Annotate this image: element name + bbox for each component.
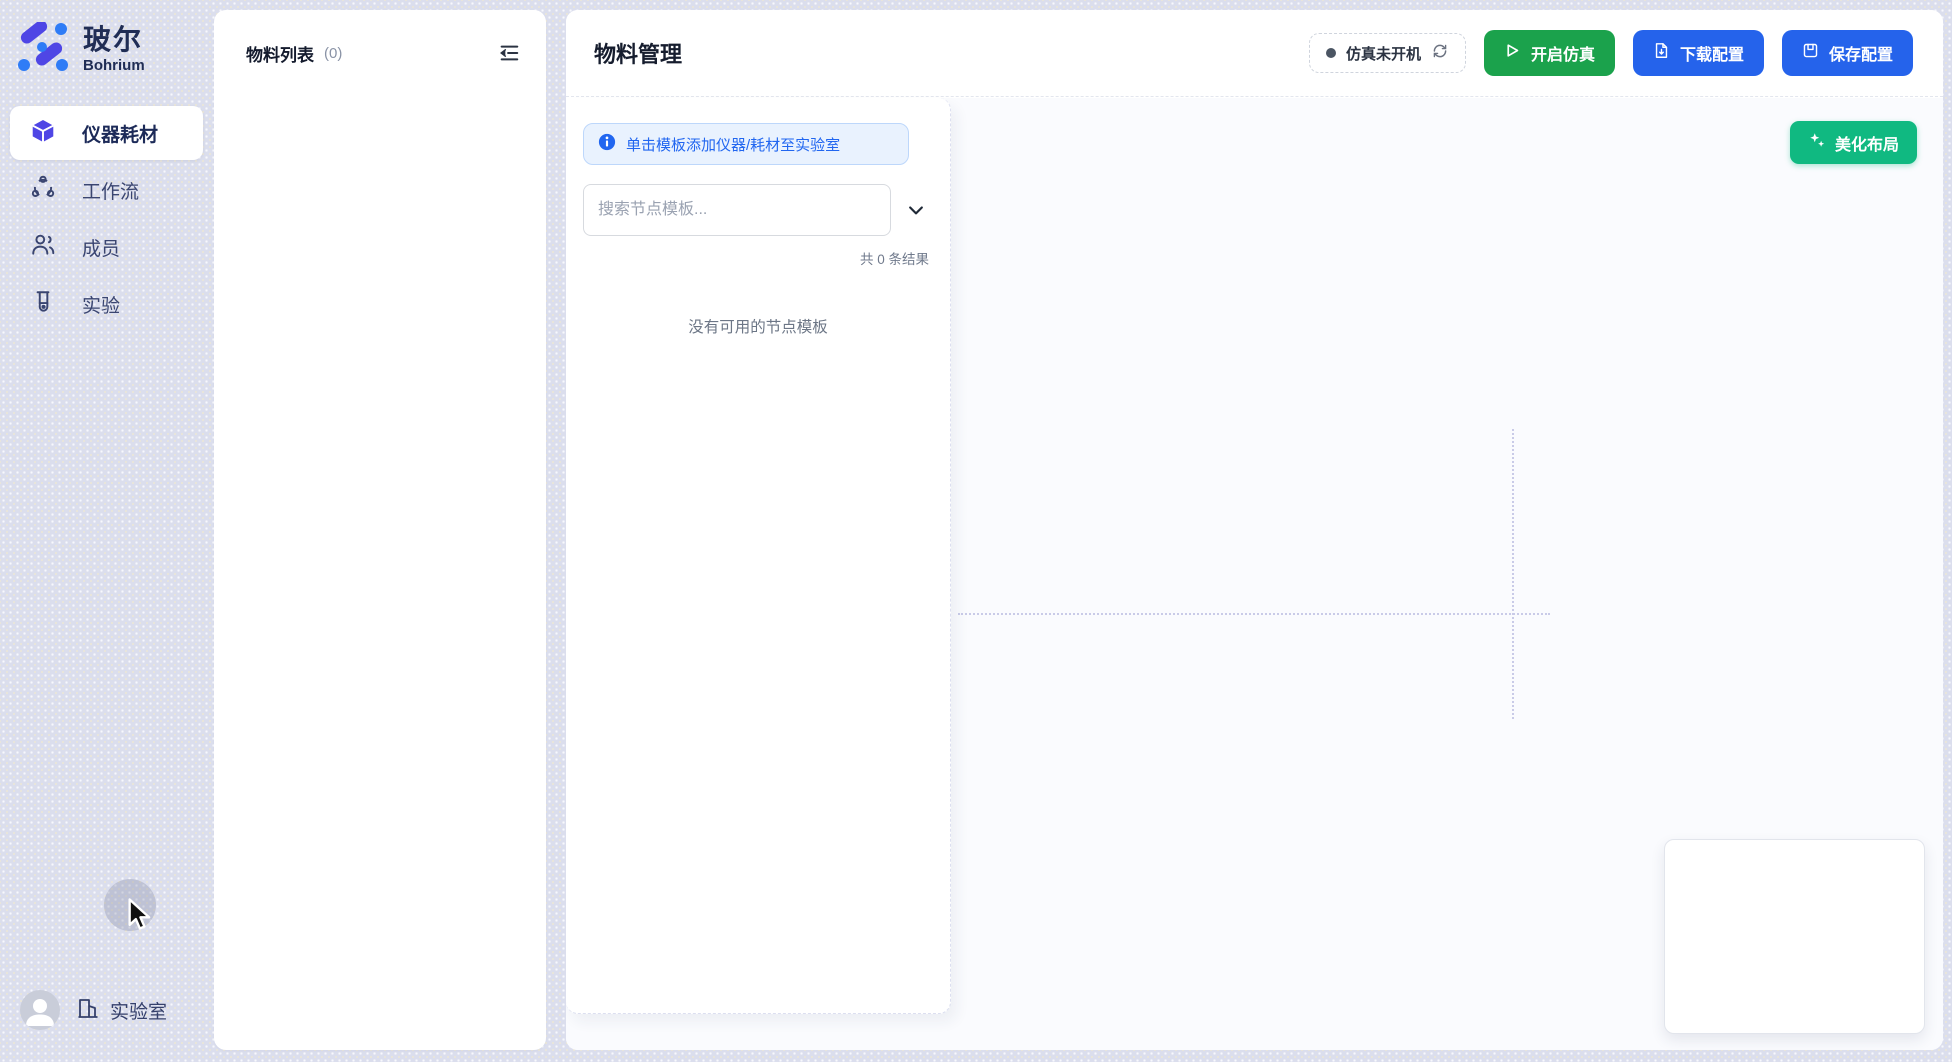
brand-logo: 玻尔 Bohrium <box>17 22 145 77</box>
bohrium-logo-icon <box>17 22 69 77</box>
sidebar-item-label: 工作流 <box>82 177 139 204</box>
main-panel: 物料管理 仿真未开机 <box>566 10 1943 1050</box>
materials-list-panel: 物料列表 (0) <box>214 10 546 1050</box>
refresh-icon[interactable] <box>1431 42 1449 65</box>
avatar[interactable] <box>20 990 60 1030</box>
brand-name-en: Bohrium <box>83 58 145 73</box>
simulation-status-text: 仿真未开机 <box>1346 43 1421 64</box>
canvas-guide-vertical <box>1512 429 1514 719</box>
lab-label: 实验室 <box>110 997 167 1024</box>
download-config-button[interactable]: 下载配置 <box>1633 30 1764 76</box>
canvas-guide-horizontal <box>958 613 1550 615</box>
template-hint-banner: 单击模板添加仪器/耗材至实验室 <box>583 123 909 165</box>
sidebar: 玻尔 Bohrium 仪器耗材 工作流 <box>0 0 213 1062</box>
sidebar-item-workflow[interactable]: 工作流 <box>10 165 203 215</box>
start-simulation-button[interactable]: 开启仿真 <box>1484 30 1615 76</box>
sidebar-item-experiments[interactable]: 实验 <box>10 279 203 329</box>
minimap[interactable] <box>1664 839 1925 1034</box>
sidebar-item-lab[interactable]: 实验室 <box>76 996 167 1025</box>
sidebar-item-label: 成员 <box>82 234 120 261</box>
sidebar-item-members[interactable]: 成员 <box>10 222 203 272</box>
menu-fold-icon[interactable] <box>494 38 524 68</box>
save-icon <box>1802 42 1819 64</box>
sidebar-item-instruments[interactable]: 仪器耗材 <box>10 106 203 160</box>
beautify-layout-button[interactable]: 美化布局 <box>1790 121 1917 164</box>
node-template-panel: 单击模板添加仪器/耗材至实验室 共 0 条结果 没有可用的节点模板 <box>566 98 951 1014</box>
members-icon <box>30 232 56 263</box>
cube-icon <box>30 118 56 149</box>
info-icon <box>598 133 616 156</box>
page-title: 物料管理 <box>594 37 682 69</box>
sparkles-icon <box>1808 131 1826 154</box>
brand-name-zh: 玻尔 <box>83 26 145 54</box>
result-count: 共 0 条结果 <box>860 248 929 268</box>
chevron-down-icon[interactable] <box>904 198 928 222</box>
main-header: 物料管理 仿真未开机 <box>566 10 1943 97</box>
search-input[interactable] <box>583 184 891 236</box>
sidebar-item-label: 仪器耗材 <box>82 120 158 147</box>
status-dot-icon <box>1326 48 1336 58</box>
play-icon <box>1504 42 1521 64</box>
drag-ghost-circle <box>104 879 156 931</box>
workflow-icon <box>30 175 56 206</box>
simulation-status-pill[interactable]: 仿真未开机 <box>1309 33 1466 73</box>
sidebar-item-label: 实验 <box>82 291 120 318</box>
template-hint-text: 单击模板添加仪器/耗材至实验室 <box>626 134 840 155</box>
flow-canvas[interactable]: 单击模板添加仪器/耗材至实验室 共 0 条结果 没有可用的节点模板 美化布局 <box>566 98 1943 1050</box>
materials-list-title: 物料列表 <box>246 41 314 66</box>
download-icon <box>1653 42 1670 64</box>
materials-list-count: (0) <box>324 45 342 62</box>
empty-template-message: 没有可用的节点模板 <box>566 315 950 337</box>
experiment-icon <box>30 289 56 320</box>
building-icon <box>76 996 100 1025</box>
save-config-button[interactable]: 保存配置 <box>1782 30 1913 76</box>
